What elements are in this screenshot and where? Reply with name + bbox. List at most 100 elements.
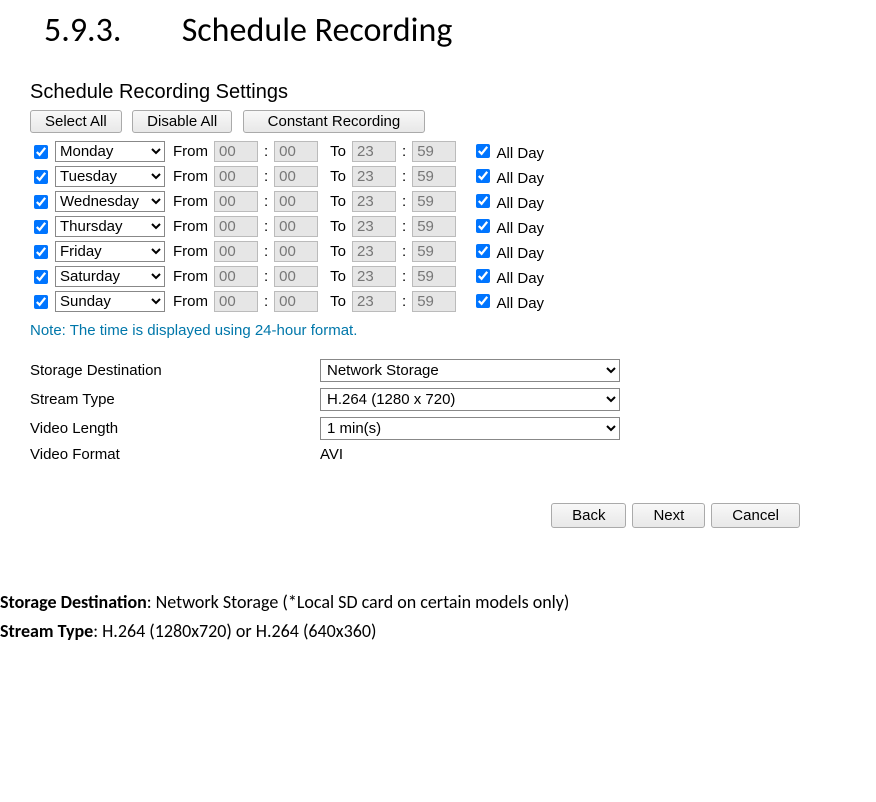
to-min-input[interactable] (412, 291, 456, 312)
day-row: FridayFrom:To: All Day (30, 241, 830, 262)
all-day-checkbox[interactable] (476, 194, 490, 208)
to-hour-input[interactable] (352, 166, 396, 187)
from-label: From (173, 293, 208, 310)
video-format-value: AVI (320, 446, 343, 463)
colon: : (264, 243, 268, 260)
constant-recording-button[interactable]: Constant Recording (243, 110, 426, 133)
colon: : (402, 268, 406, 285)
colon: : (264, 193, 268, 210)
from-hour-input[interactable] (214, 141, 258, 162)
from-hour-input[interactable] (214, 216, 258, 237)
to-label: To (330, 168, 346, 185)
day-enable-checkbox[interactable] (34, 295, 48, 309)
day-row: SundayFrom:To: All Day (30, 291, 830, 312)
day-select[interactable]: Sunday (55, 291, 165, 312)
colon: : (402, 193, 406, 210)
to-hour-input[interactable] (352, 141, 396, 162)
from-min-input[interactable] (274, 216, 318, 237)
video-length-label: Video Length (30, 420, 320, 437)
section-heading: 5.9.3. Schedule Recording (44, 10, 876, 51)
from-hour-input[interactable] (214, 166, 258, 187)
all-day-checkbox[interactable] (476, 144, 490, 158)
to-min-input[interactable] (412, 266, 456, 287)
from-min-input[interactable] (274, 141, 318, 162)
to-min-input[interactable] (412, 141, 456, 162)
stream-type-select[interactable]: H.264 (1280 x 720) (320, 388, 620, 411)
day-row: TuesdayFrom:To: All Day (30, 166, 830, 187)
day-select[interactable]: Tuesday (55, 166, 165, 187)
to-min-input[interactable] (412, 191, 456, 212)
back-button[interactable]: Back (551, 503, 626, 528)
all-day-label: All Day (497, 245, 545, 262)
all-day-label: All Day (497, 145, 545, 162)
day-select[interactable]: Thursday (55, 216, 165, 237)
from-min-input[interactable] (274, 241, 318, 262)
video-length-select[interactable]: 1 min(s) (320, 417, 620, 440)
select-all-button[interactable]: Select All (30, 110, 122, 133)
day-enable-checkbox[interactable] (34, 170, 48, 184)
desc-storage: Storage Destination: Network Storage (*L… (0, 588, 876, 617)
from-hour-input[interactable] (214, 291, 258, 312)
to-label: To (330, 243, 346, 260)
from-label: From (173, 218, 208, 235)
to-label: To (330, 218, 346, 235)
to-hour-input[interactable] (352, 241, 396, 262)
from-hour-input[interactable] (214, 266, 258, 287)
all-day-label: All Day (497, 195, 545, 212)
day-select[interactable]: Friday (55, 241, 165, 262)
to-hour-input[interactable] (352, 266, 396, 287)
desc-stream: Stream Type: H.264 (1280x720) or H.264 (… (0, 617, 876, 646)
all-day-label: All Day (497, 220, 545, 237)
from-label: From (173, 143, 208, 160)
all-day-label: All Day (497, 295, 545, 312)
all-day-checkbox[interactable] (476, 244, 490, 258)
next-button[interactable]: Next (632, 503, 705, 528)
stream-type-label: Stream Type (30, 391, 320, 408)
day-row: MondayFrom:To: All Day (30, 141, 830, 162)
to-label: To (330, 193, 346, 210)
all-day-checkbox[interactable] (476, 169, 490, 183)
colon: : (264, 168, 268, 185)
to-hour-input[interactable] (352, 216, 396, 237)
colon: : (264, 268, 268, 285)
day-enable-checkbox[interactable] (34, 145, 48, 159)
from-min-input[interactable] (274, 191, 318, 212)
colon: : (402, 218, 406, 235)
to-min-input[interactable] (412, 241, 456, 262)
to-hour-input[interactable] (352, 191, 396, 212)
to-min-input[interactable] (412, 216, 456, 237)
section-title-text: Schedule Recording (182, 10, 453, 51)
day-enable-checkbox[interactable] (34, 195, 48, 209)
storage-destination-select[interactable]: Network Storage (320, 359, 620, 382)
from-hour-input[interactable] (214, 191, 258, 212)
from-min-input[interactable] (274, 166, 318, 187)
day-select[interactable]: Monday (55, 141, 165, 162)
video-format-label: Video Format (30, 446, 320, 463)
colon: : (264, 218, 268, 235)
to-min-input[interactable] (412, 166, 456, 187)
colon: : (402, 168, 406, 185)
day-enable-checkbox[interactable] (34, 270, 48, 284)
note-text: Note: The time is displayed using 24-hou… (30, 322, 830, 339)
settings-title: Schedule Recording Settings (30, 81, 830, 104)
disable-all-button[interactable]: Disable All (132, 110, 232, 133)
all-day-label: All Day (497, 270, 545, 287)
from-min-input[interactable] (274, 291, 318, 312)
to-hour-input[interactable] (352, 291, 396, 312)
all-day-checkbox[interactable] (476, 294, 490, 308)
from-label: From (173, 268, 208, 285)
from-hour-input[interactable] (214, 241, 258, 262)
day-enable-checkbox[interactable] (34, 245, 48, 259)
day-row: Thursday From: To: All Day (30, 216, 830, 237)
cancel-button[interactable]: Cancel (711, 503, 800, 528)
colon: : (402, 243, 406, 260)
day-select[interactable]: Wednesday (55, 191, 165, 212)
all-day-checkbox[interactable] (476, 219, 490, 233)
from-min-input[interactable] (274, 266, 318, 287)
day-row: WednesdayFrom:To: All Day (30, 191, 830, 212)
to-label: To (330, 143, 346, 160)
day-enable-checkbox[interactable] (34, 220, 48, 234)
all-day-checkbox[interactable] (476, 269, 490, 283)
storage-destination-label: Storage Destination (30, 362, 320, 379)
day-select[interactable]: Saturday (55, 266, 165, 287)
